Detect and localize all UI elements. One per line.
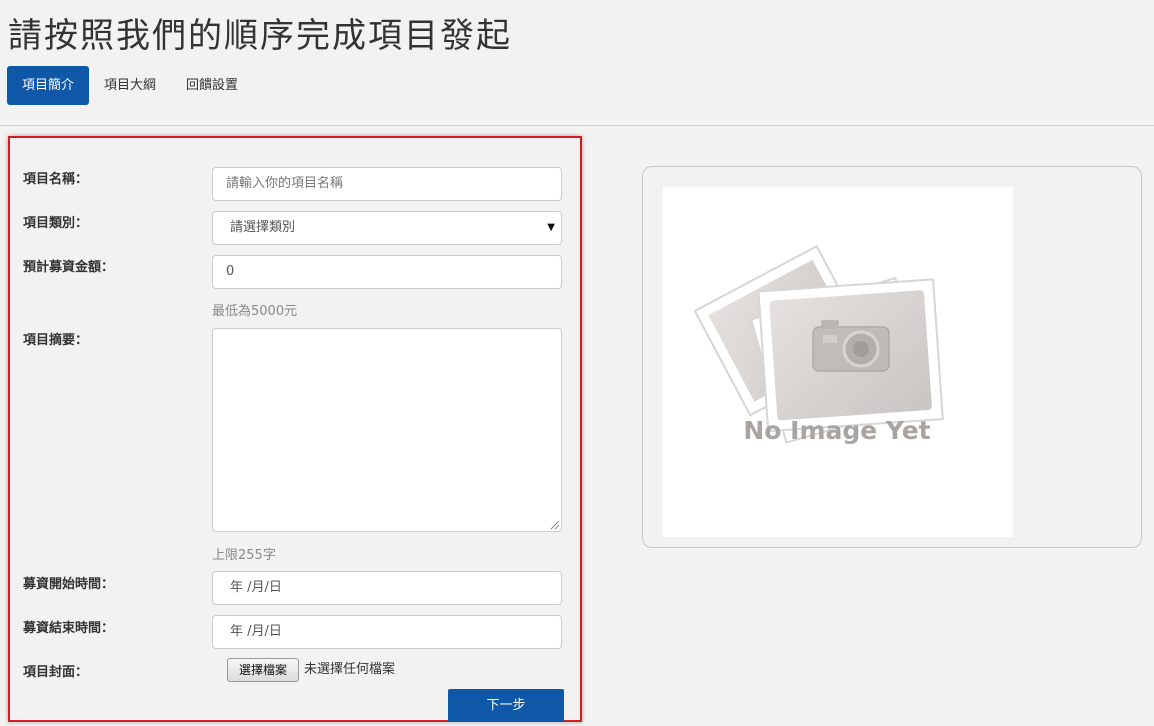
tab-outline[interactable]: 項目大綱: [89, 66, 171, 105]
cover-label: 項目封面：: [23, 665, 89, 680]
next-step-button[interactable]: 下一步: [448, 689, 564, 722]
tab-intro[interactable]: 項目簡介: [7, 66, 90, 105]
goal-input[interactable]: 0: [212, 255, 562, 289]
end-date-input[interactable]: 年 /月/日: [212, 615, 562, 649]
file-status: 未選擇任何檔案: [304, 662, 396, 677]
no-image-text: No Image Yet: [743, 416, 930, 445]
category-select[interactable]: 請選擇類別 ▼: [212, 211, 562, 245]
camera-icon: [812, 320, 890, 372]
name-label: 項目名稱：: [23, 172, 89, 187]
start-date-input[interactable]: 年 /月/日: [212, 571, 562, 605]
name-input[interactable]: 請輸入你的項目名稱: [212, 167, 562, 201]
summary-textarea[interactable]: [212, 328, 562, 532]
resize-grip-icon[interactable]: [550, 520, 560, 530]
summary-help: 上限255字: [212, 548, 276, 563]
cover-preview-image: No Image Yet: [663, 187, 1013, 537]
step-tabs: 項目簡介 項目大綱 回饋設置: [7, 66, 253, 105]
page-title: 請按照我們的順序完成項目發起: [8, 16, 512, 56]
end-date-label: 募資結束時間：: [23, 621, 115, 636]
divider: [0, 125, 1154, 126]
project-form: 項目名稱： 請輸入你的項目名稱 項目類別： 請選擇類別 ▼ 預計募資金額： 0 …: [8, 136, 582, 722]
goal-label: 預計募資金額：: [23, 260, 115, 275]
caret-down-icon: ▼: [547, 222, 555, 233]
start-date-label: 募資開始時間：: [23, 577, 115, 592]
cover-preview-panel: No Image Yet: [642, 166, 1142, 548]
summary-label: 項目摘要：: [23, 333, 89, 348]
tab-rewards[interactable]: 回饋設置: [171, 66, 253, 105]
no-image-placeholder: No Image Yet: [693, 244, 944, 445]
category-selected: 請選擇類別: [230, 220, 296, 235]
choose-file-button[interactable]: 選擇檔案: [227, 658, 299, 682]
goal-help: 最低為5000元: [212, 304, 298, 319]
category-label: 項目類別：: [23, 216, 89, 231]
